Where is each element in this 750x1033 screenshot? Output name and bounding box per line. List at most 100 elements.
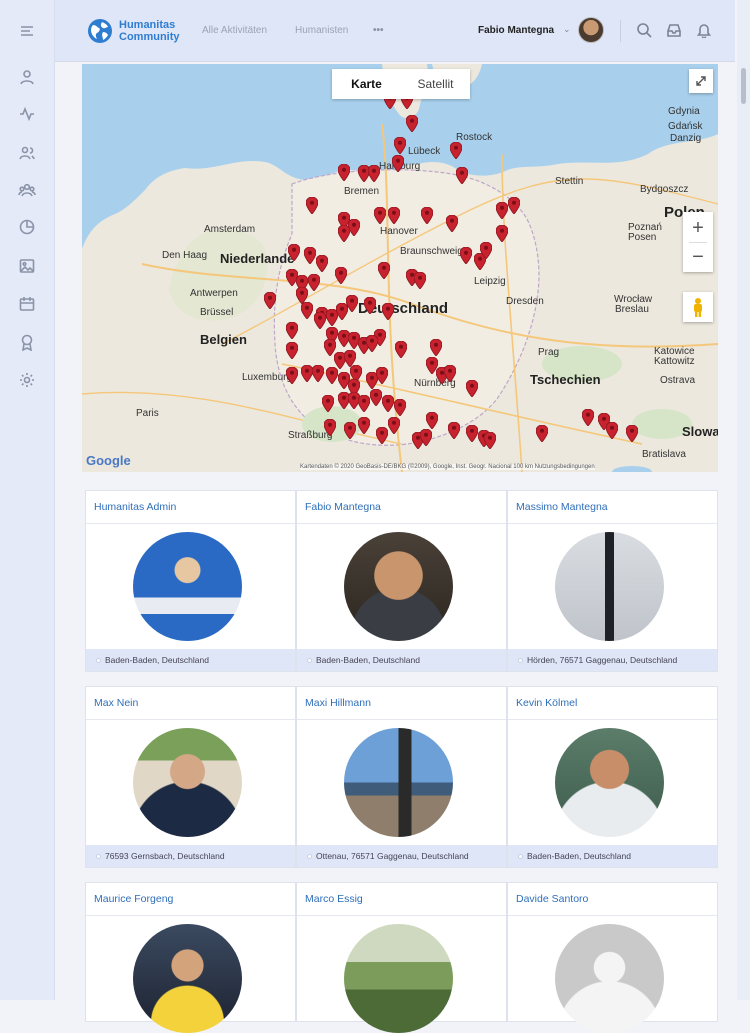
map-marker-icon[interactable] [285, 341, 299, 360]
map-marker-icon[interactable] [363, 296, 377, 315]
map-marker-icon[interactable] [605, 421, 619, 440]
map-marker-icon[interactable] [459, 246, 473, 265]
member-card[interactable]: Marco Essig [296, 882, 507, 1033]
map-marker-icon[interactable] [449, 141, 463, 160]
map-marker-icon[interactable] [381, 302, 395, 321]
map-marker-icon[interactable] [323, 418, 337, 437]
member-avatar[interactable] [555, 532, 664, 641]
map-marker-icon[interactable] [495, 224, 509, 243]
map-marker-icon[interactable] [465, 424, 479, 443]
member-avatar[interactable] [344, 532, 453, 641]
map-marker-icon[interactable] [443, 364, 457, 383]
member-name[interactable]: Fabio Mantegna [305, 501, 381, 513]
map-marker-icon[interactable] [263, 291, 277, 310]
map-marker-icon[interactable] [495, 201, 509, 220]
member-card[interactable]: Massimo Mantegna Hörden, 76571 Gaggenau, … [507, 490, 718, 672]
member-name[interactable]: Humanitas Admin [94, 501, 176, 513]
street-view-pegman[interactable] [683, 292, 713, 322]
map-marker-icon[interactable] [393, 136, 407, 155]
member-avatar[interactable] [133, 924, 242, 1033]
map-marker-icon[interactable] [581, 408, 595, 427]
map-marker-icon[interactable] [300, 301, 314, 320]
map-marker-icon[interactable] [321, 394, 335, 413]
map-marker-icon[interactable] [479, 241, 493, 260]
user-name[interactable]: Fabio Mantegna [478, 25, 554, 36]
map-marker-icon[interactable] [303, 246, 317, 265]
member-card[interactable]: Kevin Kölmel Baden-Baden, Deutschland [507, 686, 718, 868]
map-marker-icon[interactable] [325, 366, 339, 385]
map-marker-icon[interactable] [447, 421, 461, 440]
member-map[interactable]: Gdynia Gdańsk Danzig Rostock Lübeck Hamb… [82, 64, 718, 472]
award-icon[interactable] [14, 329, 40, 355]
fullscreen-button[interactable] [689, 69, 713, 93]
member-avatar[interactable] [133, 728, 242, 837]
map-marker-icon[interactable] [413, 271, 427, 290]
map-marker-icon[interactable] [507, 196, 521, 215]
nav-more-button[interactable]: ••• [373, 25, 384, 36]
map-marker-icon[interactable] [373, 206, 387, 225]
scrollbar-thumb[interactable] [741, 68, 746, 104]
map-marker-icon[interactable] [483, 431, 497, 450]
map-marker-icon[interactable] [387, 206, 401, 225]
bell-icon[interactable] [696, 22, 712, 39]
profile-icon[interactable] [14, 64, 40, 90]
tab-satellite[interactable]: Satellit [401, 69, 470, 99]
members-icon[interactable] [14, 140, 40, 166]
calendar-icon[interactable] [14, 291, 40, 317]
nav-humanists[interactable]: Humanisten [295, 25, 348, 36]
map-marker-icon[interactable] [287, 243, 301, 262]
member-card[interactable]: Davide Santoro [507, 882, 718, 1033]
member-name[interactable]: Davide Santoro [516, 893, 588, 905]
map-marker-icon[interactable] [535, 424, 549, 443]
user-avatar[interactable] [578, 17, 604, 43]
map-marker-icon[interactable] [313, 311, 327, 330]
map-marker-icon[interactable] [343, 421, 357, 440]
member-card[interactable]: Humanitas Admin Baden-Baden, Deutschland [85, 490, 296, 672]
map-marker-icon[interactable] [315, 254, 329, 273]
map-marker-icon[interactable] [285, 366, 299, 385]
activity-icon[interactable] [14, 101, 40, 127]
settings-gear-icon[interactable] [14, 367, 40, 393]
map-marker-icon[interactable] [375, 426, 389, 445]
map-marker-icon[interactable] [357, 394, 371, 413]
map-marker-icon[interactable] [369, 388, 383, 407]
member-avatar[interactable] [344, 728, 453, 837]
photos-icon[interactable] [14, 253, 40, 279]
member-name[interactable]: Maurice Forgeng [94, 893, 173, 905]
member-avatar[interactable] [133, 532, 242, 641]
zoom-in-button[interactable]: + [692, 214, 704, 242]
map-marker-icon[interactable] [420, 206, 434, 225]
map-marker-icon[interactable] [445, 214, 459, 233]
tab-map[interactable]: Karte [332, 69, 401, 99]
search-icon[interactable] [636, 22, 652, 38]
map-marker-icon[interactable] [419, 428, 433, 447]
map-marker-icon[interactable] [337, 163, 351, 182]
map-marker-icon[interactable] [393, 398, 407, 417]
member-avatar[interactable] [555, 728, 664, 837]
map-marker-icon[interactable] [405, 114, 419, 133]
inbox-icon[interactable] [666, 22, 682, 38]
map-marker-icon[interactable] [387, 416, 401, 435]
map-marker-icon[interactable] [377, 261, 391, 280]
map-marker-icon[interactable] [311, 364, 325, 383]
map-marker-icon[interactable] [394, 340, 408, 359]
brand-logo[interactable]: Humanitas Community [87, 18, 180, 44]
member-avatar[interactable] [555, 924, 664, 1033]
member-card[interactable]: Max Nein 76593 Gernsbach, Deutschland [85, 686, 296, 868]
map-marker-icon[interactable] [337, 224, 351, 243]
map-marker-icon[interactable] [425, 411, 439, 430]
map-marker-icon[interactable] [429, 338, 443, 357]
map-attribution[interactable]: Kartendaten © 2020 GeoBasis-DE/BKG (©200… [300, 464, 595, 470]
map-marker-icon[interactable] [307, 273, 321, 292]
member-name[interactable]: Massimo Mantegna [516, 501, 608, 513]
member-name[interactable]: Marco Essig [305, 893, 363, 905]
menu-toggle-icon[interactable] [14, 18, 40, 44]
map-marker-icon[interactable] [381, 394, 395, 413]
member-name[interactable]: Max Nein [94, 697, 138, 709]
chevron-down-icon[interactable]: ⌄ [563, 24, 571, 35]
member-card[interactable]: Maurice Forgeng [85, 882, 296, 1033]
map-marker-icon[interactable] [285, 321, 299, 340]
member-name[interactable]: Kevin Kölmel [516, 697, 577, 709]
member-avatar[interactable] [344, 924, 453, 1033]
stats-icon[interactable] [14, 214, 40, 240]
